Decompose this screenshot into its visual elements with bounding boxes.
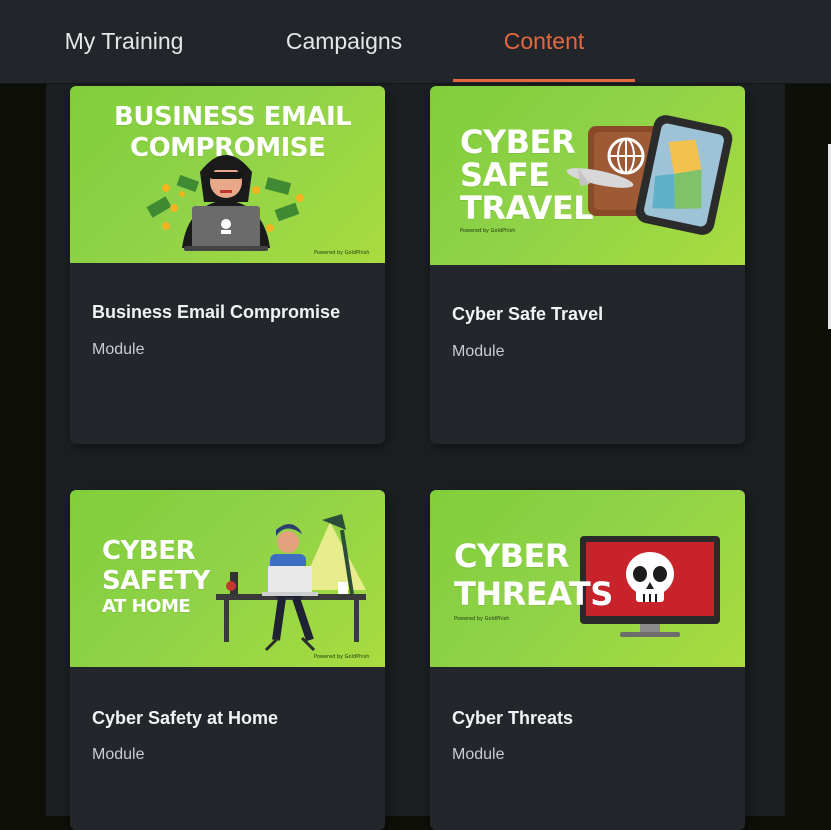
card-type: Module xyxy=(452,746,505,763)
right-edge-strip xyxy=(785,84,831,816)
module-thumbnail: CYBER THREATS Powered by GoldPhish xyxy=(430,490,745,667)
module-thumbnail: CYBER SAFE TRAVEL Powered by GoldPhish xyxy=(430,86,745,265)
tab-my-training[interactable]: My Training xyxy=(58,0,190,83)
powered-by-label: Powered by GoldPhish xyxy=(454,616,510,622)
passport-phone-illustration xyxy=(566,115,733,235)
tab-content[interactable]: Content xyxy=(453,0,635,83)
module-thumbnail: CYBER SAFETY AT HOME Powered by GoldPhis… xyxy=(70,490,385,667)
hacker-illustration xyxy=(146,155,304,251)
module-card-cyber-threats[interactable]: CYBER THREATS Powered by GoldPhish Cyber… xyxy=(430,490,745,830)
tab-campaigns[interactable]: Campaigns xyxy=(278,0,410,83)
active-tab-indicator xyxy=(453,79,635,82)
module-thumbnail: BUSINESS EMAIL COMPROMISE Powered by Gol… xyxy=(70,86,385,263)
desk-person-illustration xyxy=(216,514,366,652)
module-card-business-email-compromise[interactable]: BUSINESS EMAIL COMPROMISE Powered by Gol… xyxy=(70,86,385,444)
module-card-cyber-safe-travel[interactable]: CYBER SAFE TRAVEL Powered by GoldPhish C… xyxy=(430,86,745,444)
banner-line: CYBER xyxy=(454,537,570,575)
card-type: Module xyxy=(92,746,145,763)
card-type: Module xyxy=(452,343,505,360)
powered-by-label: Powered by GoldPhish xyxy=(314,250,370,256)
powered-by-label: Powered by GoldPhish xyxy=(314,654,370,660)
card-title: Business Email Compromise xyxy=(92,302,341,322)
card-title: Cyber Safe Travel xyxy=(452,304,604,324)
top-nav-bar: My Training Campaigns Content xyxy=(0,0,831,84)
module-card-cyber-safety-at-home[interactable]: CYBER SAFETY AT HOME Powered by GoldPhis… xyxy=(70,490,385,830)
card-type: Module xyxy=(92,341,145,358)
banner-line: THREATS xyxy=(454,575,613,613)
card-title: Cyber Threats xyxy=(452,708,574,728)
powered-by-label: Powered by GoldPhish xyxy=(460,228,516,234)
card-title: Cyber Safety at Home xyxy=(92,708,279,728)
